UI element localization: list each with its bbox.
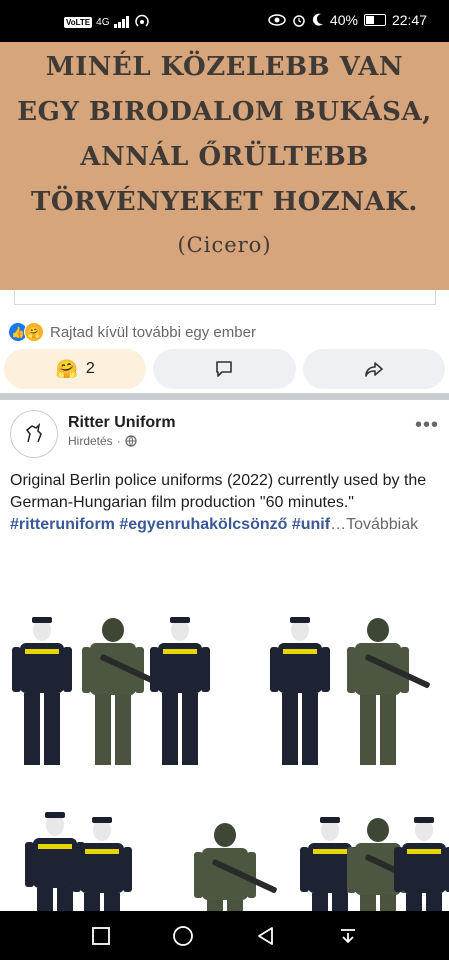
page-name[interactable]: Ritter Uniform [68,414,176,432]
globe-icon [125,435,137,447]
reaction-count: 2 [85,360,95,377]
back-icon [257,926,273,945]
post-body: Original Berlin police uniforms (2022) c… [10,472,427,511]
reactions-text: Rajtad kívül további egy ember [50,323,256,341]
post-text: Original Berlin police uniforms (2022) c… [10,470,440,536]
quote-line-2: EGY BIRODALOM BUKÁSA, [17,97,432,127]
back-button[interactable] [246,916,286,956]
post-media[interactable] [0,540,449,911]
hotspot-icon [134,14,149,27]
reaction-button[interactable]: 🤗 2 [4,349,147,389]
horse-logo-icon [25,422,42,443]
signal-icon [113,16,129,28]
post-meta: Hirdetés · [68,434,137,448]
comment-icon [216,361,233,377]
post-hashtags[interactable]: #ritteruniform #egyenruhakölcsönző #unif [10,516,330,533]
status-bar: VoLTE 4G 40% 22:47 [0,0,449,42]
share-icon [365,362,383,377]
moon-icon [312,13,323,26]
battery-percent: 40% [329,12,358,28]
post-header: Ritter Uniform Hirdetés · ••• [0,400,449,464]
recents-icon [92,926,111,945]
quote-image[interactable]: MINÉL KÖZELEBB VAN EGY BIRODALOM BUKÁSA,… [0,42,449,290]
battery-icon [363,14,386,26]
comment-button[interactable] [153,349,296,389]
home-icon [173,925,194,946]
notification-pull-button[interactable] [328,916,368,956]
sponsored-label: Hirdetés [68,434,113,448]
quote-line-4: TÖRVÉNYEKET HOZNAK. [31,187,418,217]
recents-button[interactable] [81,916,121,956]
download-icon [340,928,355,943]
care-icon: 🤗 [24,322,44,342]
feed-separator [0,393,449,400]
quote-line-3: ANNÁL ŐRÜLTEBB [80,142,369,172]
more-options-icon[interactable]: ••• [415,414,439,437]
share-button[interactable] [302,349,445,389]
care-reaction-icon: 🤗 [55,358,78,379]
meta-dot: · [116,434,121,448]
status-right: 40% 22:47 [268,12,427,28]
link-preview-border [14,290,436,305]
quote-line-1: MINÉL KÖZELEBB VAN [45,52,404,82]
system-nav-bar [0,911,449,960]
network-label: 4G [96,16,110,28]
see-more-link[interactable]: …Továbbiak [330,516,418,533]
volte-badge: VoLTE [64,16,93,28]
battery-fill [365,16,374,24]
uniform-photo-collage [12,617,449,911]
reactions-summary[interactable]: 👍 🤗 Rajtad kívül további egy ember [9,322,256,342]
home-button[interactable] [163,916,203,956]
alarm-icon [293,15,305,27]
action-bar: 🤗 2 [4,349,445,389]
page-avatar[interactable] [10,410,58,458]
status-left: VoLTE 4G [64,14,150,30]
quote-author: (Cicero) [177,233,272,257]
eye-icon [268,14,286,26]
clock: 22:47 [391,12,427,28]
